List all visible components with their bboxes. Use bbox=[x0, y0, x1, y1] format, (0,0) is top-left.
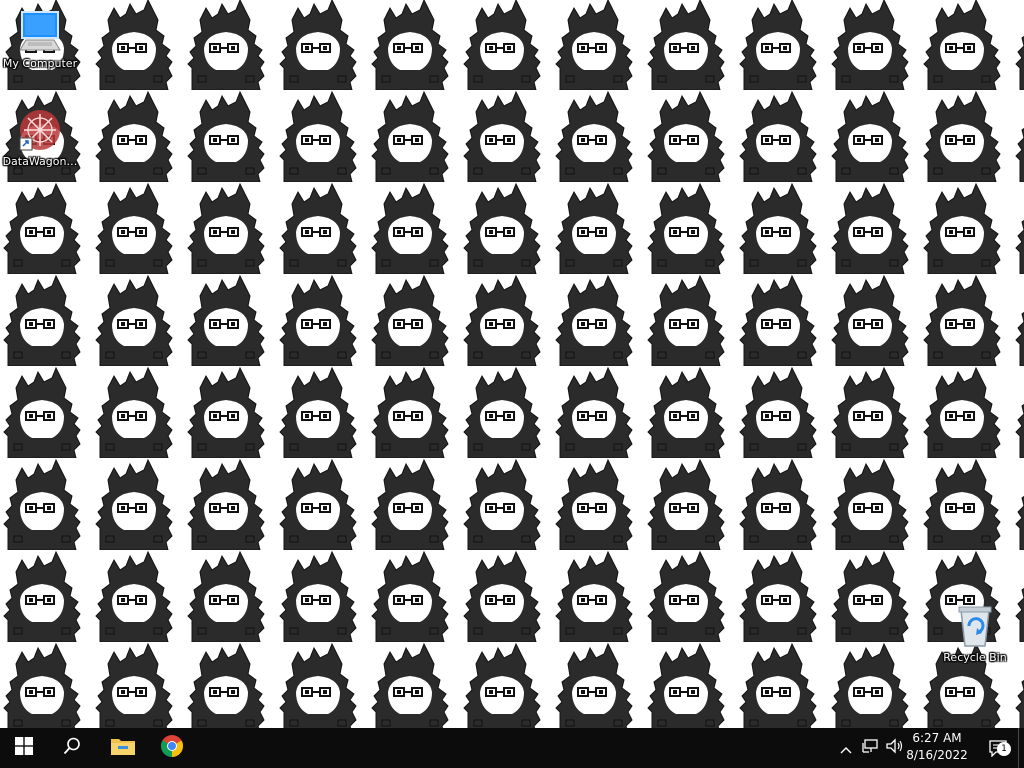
taskbar-chrome[interactable] bbox=[148, 728, 196, 768]
start-button[interactable] bbox=[0, 728, 48, 768]
chevron-up-icon bbox=[840, 739, 852, 758]
folder-icon bbox=[110, 735, 136, 761]
network-icon bbox=[861, 738, 879, 758]
desktop-icon-datawagon[interactable]: DataWagon… bbox=[1, 106, 79, 168]
desktop-icon-my-computer[interactable]: My Computer bbox=[1, 8, 79, 70]
desktop-icon-label: DataWagon… bbox=[2, 155, 78, 168]
taskbar-file-explorer[interactable] bbox=[99, 728, 147, 768]
taskbar: 6:27 AM 8/16/2022 1 bbox=[0, 728, 1024, 768]
desktop-icon-label: My Computer bbox=[2, 57, 78, 70]
chrome-icon bbox=[160, 734, 184, 762]
clock-time: 6:27 AM bbox=[912, 731, 962, 745]
notification-count-badge: 1 bbox=[997, 742, 1011, 756]
desktop-icon-recycle-bin[interactable]: Recycle Bin bbox=[936, 602, 1014, 664]
computer-icon bbox=[16, 8, 64, 56]
clock-date: 8/16/2022 bbox=[906, 748, 968, 762]
search-button[interactable] bbox=[48, 728, 96, 768]
wallpaper bbox=[0, 0, 1024, 728]
recycle-bin-icon bbox=[951, 602, 999, 650]
desktop-icon-label: Recycle Bin bbox=[943, 651, 1007, 664]
search-icon bbox=[63, 737, 81, 759]
taskbar-clock[interactable]: 6:27 AM 8/16/2022 bbox=[902, 730, 972, 766]
tray-chevron[interactable] bbox=[836, 728, 856, 768]
windows-logo-icon bbox=[15, 737, 33, 759]
desktop[interactable]: My Computer DataWagon… Recycle Bin bbox=[0, 0, 1024, 728]
tray-network[interactable] bbox=[858, 728, 882, 768]
datawagon-icon bbox=[16, 106, 64, 154]
show-desktop-button[interactable] bbox=[1018, 728, 1024, 768]
